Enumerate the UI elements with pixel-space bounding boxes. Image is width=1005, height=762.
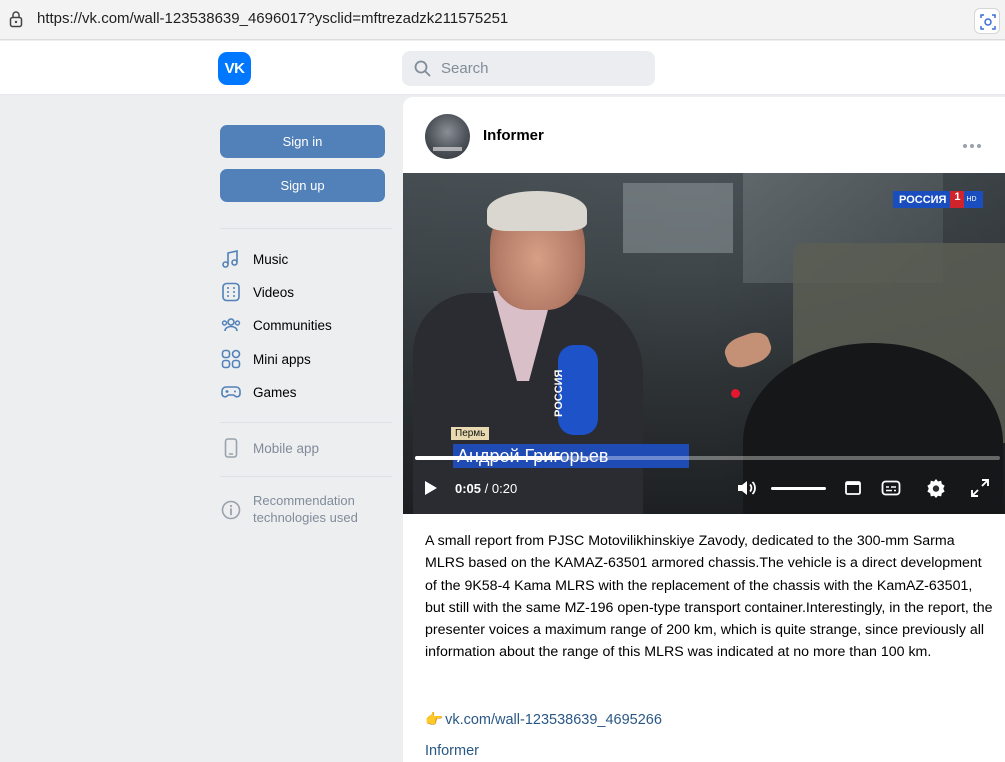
more-options-icon[interactable] <box>963 133 987 148</box>
sidebar-item-mini-apps[interactable]: Mini apps <box>220 347 311 371</box>
fullscreen-icon[interactable] <box>969 477 991 499</box>
lock-icon <box>9 11 23 28</box>
mini-apps-icon <box>221 349 241 369</box>
volume-slider[interactable] <box>771 487 826 490</box>
time-separator: / <box>481 481 492 496</box>
sidebar-item-videos[interactable]: Videos <box>220 280 294 304</box>
cursor-dot <box>731 389 740 398</box>
settings-gear-icon[interactable] <box>925 477 947 499</box>
video-background <box>623 183 733 253</box>
search-input[interactable]: Search <box>402 51 655 86</box>
video-player[interactable]: РОССИЯ РОССИЯ 1 HD Пермь Андрей Григорье… <box>403 173 1005 514</box>
search-placeholder: Search <box>441 60 489 77</box>
lens-search-icon[interactable] <box>974 8 1000 34</box>
pointing-hand-emoji: 👉 <box>425 712 444 728</box>
author-avatar[interactable] <box>425 114 470 159</box>
communities-icon <box>221 318 241 332</box>
post-text: A small report from PJSC Motovilikhinski… <box>425 533 993 661</box>
post-link[interactable]: 👉 vk.com/wall-123538639_4695266 <box>425 711 662 728</box>
sidebar-divider <box>220 228 392 229</box>
sidebar-divider <box>220 422 392 423</box>
sidebar-item-label: Games <box>253 384 297 400</box>
video-progress-bar[interactable] <box>415 456 1000 460</box>
post-link-text: vk.com/wall-123538639_4695266 <box>445 712 662 728</box>
post-card: Informer РОССИЯ РОССИЯ 1 HD Пермь Андрей… <box>403 97 1005 762</box>
vk-logo[interactable]: VK <box>218 52 251 85</box>
channel-hd: HD <box>966 196 977 203</box>
gamepad-icon <box>221 386 241 398</box>
phone-icon <box>224 438 238 458</box>
channel-logo: РОССИЯ 1 HD <box>893 191 983 208</box>
sidebar-divider <box>220 476 392 477</box>
recommendation-line-2: technologies used <box>253 510 358 525</box>
video-timecode: 0:05 / 0:20 <box>455 481 517 496</box>
music-note-icon <box>222 250 238 268</box>
sidebar-item-label: Communities <box>253 317 332 333</box>
video-presenter-hair <box>487 191 587 231</box>
search-icon <box>414 60 431 77</box>
recommendation-line-1: Recommendation <box>253 493 355 508</box>
post-author[interactable]: Informer <box>483 127 544 144</box>
sidebar-item-label: Mini apps <box>253 351 311 367</box>
sign-in-button[interactable]: Sign in <box>220 125 385 158</box>
volume-icon[interactable] <box>735 477 757 499</box>
sidebar-item-games[interactable]: Games <box>220 380 297 404</box>
play-icon[interactable] <box>419 477 441 499</box>
video-progress-fill <box>415 456 562 460</box>
subtitles-icon[interactable] <box>880 477 902 499</box>
browser-address-bar: https://vk.com/wall-123538639_4696017?ys… <box>0 0 1005 40</box>
sidebar-item-label: Mobile app <box>253 440 320 456</box>
channel-number: 1 <box>950 191 965 208</box>
sidebar-item-label: Music <box>253 251 289 267</box>
video-controls: 0:05 / 0:20 <box>403 473 1005 503</box>
microphone-label: РОССИЯ <box>553 369 565 417</box>
post-signature-link[interactable]: Informer <box>425 743 479 759</box>
city-label: Пермь <box>451 427 490 440</box>
info-icon <box>221 500 241 520</box>
video-duration: 0:20 <box>491 481 518 496</box>
videos-icon <box>222 282 240 302</box>
miniplayer-icon[interactable] <box>842 477 864 499</box>
recommendation-technologies-link[interactable]: Recommendation technologies used <box>220 492 358 526</box>
video-current-time: 0:05 <box>455 481 482 496</box>
sidebar-item-communities[interactable]: Communities <box>220 313 332 337</box>
url-text[interactable]: https://vk.com/wall-123538639_4696017?ys… <box>37 10 508 27</box>
sidebar-item-label: Videos <box>253 284 295 300</box>
video-presenter-hand <box>721 328 775 372</box>
sidebar-item-music[interactable]: Music <box>220 247 288 271</box>
sidebar-item-mobile-app[interactable]: Mobile app <box>220 436 319 460</box>
channel-name: РОССИЯ <box>899 193 947 206</box>
site-header: VK Search <box>0 41 1005 95</box>
sign-up-button[interactable]: Sign up <box>220 169 385 202</box>
